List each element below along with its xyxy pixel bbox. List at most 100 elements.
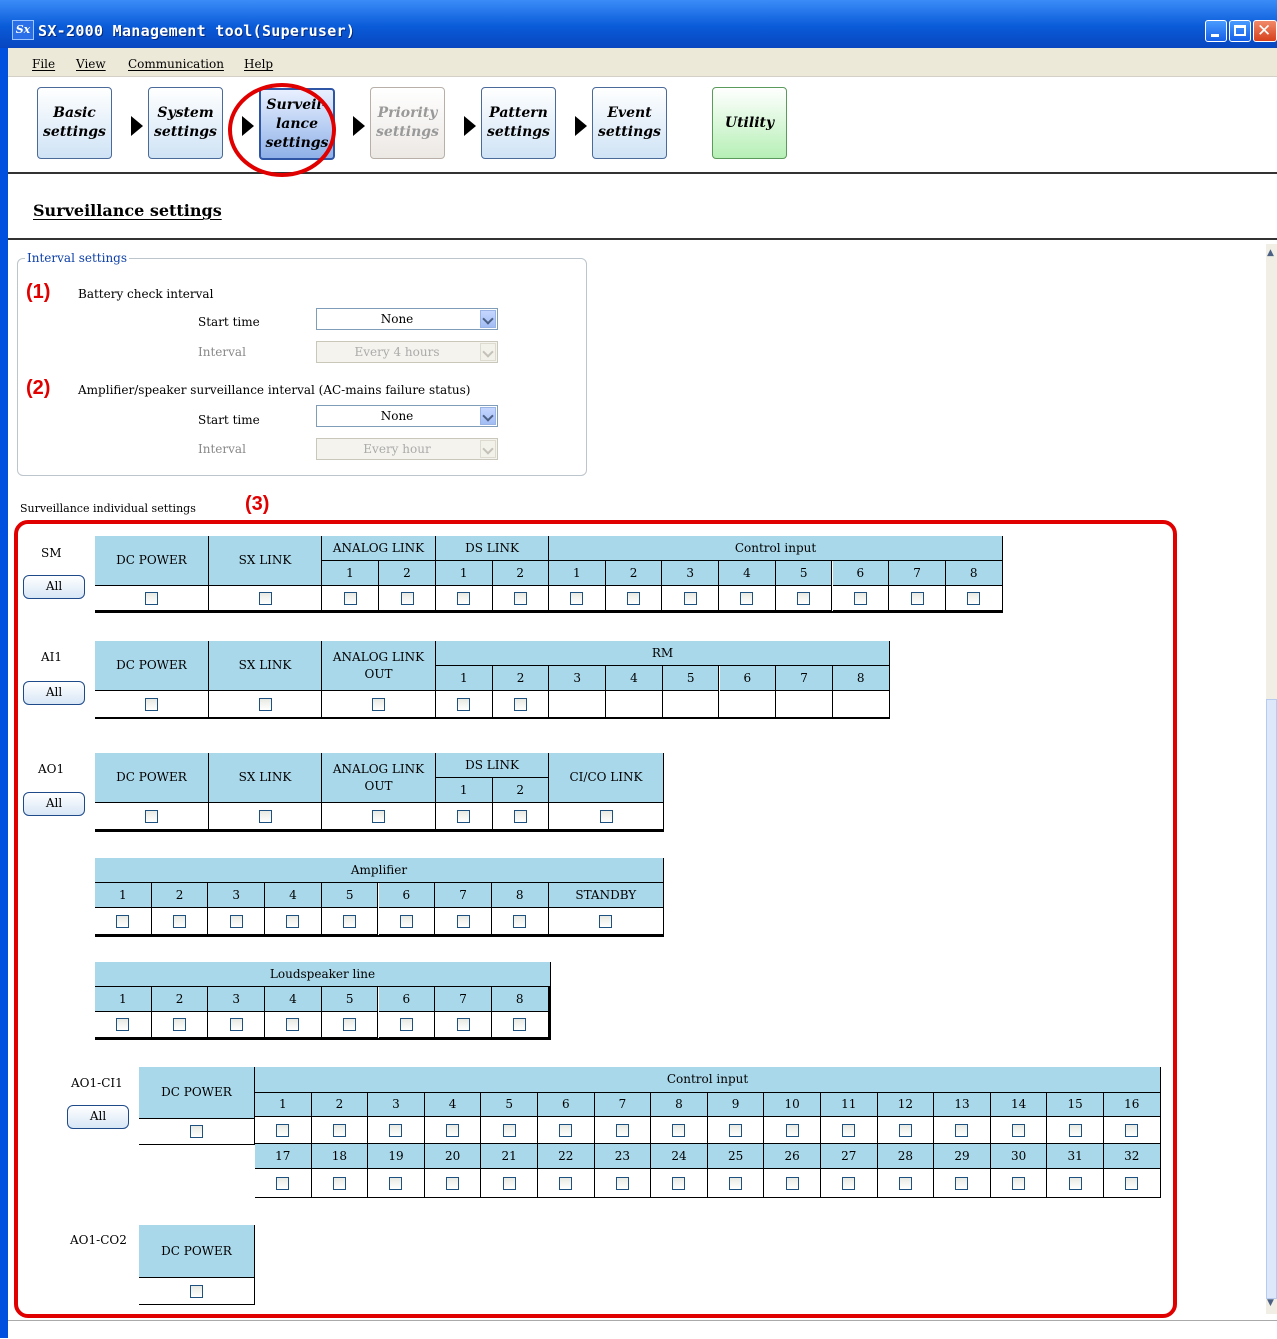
all-button-sm[interactable]: All: [23, 575, 85, 599]
vertical-scrollbar[interactable]: ▲ ▼: [1266, 244, 1277, 1314]
control-input-checkbox[interactable]: [559, 1176, 573, 1190]
minimize-button[interactable]: [1205, 20, 1227, 42]
control-input-checkbox[interactable]: [615, 1123, 629, 1137]
nav-step-event[interactable]: Event settings: [592, 87, 667, 159]
control-input-checkbox[interactable]: [446, 1123, 460, 1137]
nav-step-system[interactable]: System settings: [148, 87, 223, 159]
control-input-checkbox[interactable]: [729, 1123, 743, 1137]
control-input-checkbox[interactable]: [502, 1176, 516, 1190]
control-input-checkbox[interactable]: [1012, 1176, 1026, 1190]
control-input-checkbox[interactable]: [1068, 1123, 1082, 1137]
control-input-checkbox[interactable]: [389, 1176, 403, 1190]
control-input-checkbox[interactable]: [898, 1123, 912, 1137]
ao1-cico-link-checkbox[interactable]: [599, 809, 613, 823]
standby-checkbox[interactable]: [599, 914, 613, 928]
loudspeaker-line-checkbox[interactable]: [286, 1018, 300, 1031]
nav-step-utility[interactable]: Utility: [712, 87, 787, 159]
ai1-rm-checkbox[interactable]: [514, 697, 528, 711]
menu-communication[interactable]: Communication: [128, 57, 224, 71]
nav-step-basic[interactable]: Basic settings: [37, 87, 112, 159]
loudspeaker-line-checkbox[interactable]: [513, 1018, 527, 1031]
amplifier-checkbox[interactable]: [173, 914, 187, 928]
loudspeaker-line-checkbox[interactable]: [456, 1018, 470, 1031]
control-input-checkbox[interactable]: [955, 1176, 969, 1190]
ao1-ci1-dc-power-checkbox[interactable]: [190, 1125, 203, 1138]
control-input-checkbox[interactable]: [898, 1176, 912, 1190]
amplifier-checkbox[interactable]: [399, 914, 413, 928]
sm-control-input-checkbox[interactable]: [740, 591, 754, 605]
sm-control-input-checkbox[interactable]: [967, 591, 981, 605]
control-input-checkbox[interactable]: [729, 1176, 743, 1190]
amplifier-checkbox[interactable]: [513, 914, 527, 928]
sm-ds-link-checkbox[interactable]: [513, 591, 527, 605]
sm-control-input-checkbox[interactable]: [910, 591, 924, 605]
control-input-checkbox[interactable]: [389, 1123, 403, 1137]
sm-analog-link-checkbox[interactable]: [343, 591, 357, 605]
sm-control-input-checkbox[interactable]: [627, 591, 641, 605]
scroll-down-icon[interactable]: ▼: [1267, 1298, 1274, 1308]
maximize-button[interactable]: [1229, 20, 1251, 42]
sm-control-input-checkbox[interactable]: [683, 591, 697, 605]
control-input-checkbox[interactable]: [842, 1123, 856, 1137]
control-input-checkbox[interactable]: [785, 1123, 799, 1137]
sm-control-input-checkbox[interactable]: [797, 591, 811, 605]
sm-sx-link-checkbox[interactable]: [258, 591, 272, 605]
all-button-ao1[interactable]: All: [23, 792, 85, 816]
amp-start-select[interactable]: None: [316, 405, 498, 427]
scrollbar-thumb[interactable]: [1266, 699, 1277, 1299]
loudspeaker-line-checkbox[interactable]: [343, 1018, 357, 1031]
control-input-checkbox[interactable]: [446, 1176, 460, 1190]
sm-control-input-checkbox[interactable]: [570, 591, 584, 605]
control-input-checkbox[interactable]: [1012, 1123, 1026, 1137]
control-input-checkbox[interactable]: [502, 1123, 516, 1137]
control-input-checkbox[interactable]: [332, 1176, 346, 1190]
sm-ds-link-checkbox[interactable]: [457, 591, 471, 605]
control-input-checkbox[interactable]: [332, 1123, 346, 1137]
amplifier-checkbox[interactable]: [343, 914, 357, 928]
amplifier-checkbox[interactable]: [456, 914, 470, 928]
control-input-checkbox[interactable]: [785, 1176, 799, 1190]
ao1-dc-power-checkbox[interactable]: [145, 809, 158, 823]
all-button-ao1-ci1[interactable]: All: [67, 1105, 129, 1129]
ao1-co2-dc-power-checkbox[interactable]: [190, 1284, 203, 1298]
sm-analog-link-checkbox[interactable]: [400, 591, 414, 605]
all-button-ai1[interactable]: All: [23, 681, 85, 705]
control-input-checkbox[interactable]: [842, 1176, 856, 1190]
amplifier-checkbox[interactable]: [286, 914, 300, 928]
menu-help[interactable]: Help: [244, 57, 273, 71]
control-input-checkbox[interactable]: [615, 1176, 629, 1190]
menu-view[interactable]: View: [76, 57, 106, 71]
loudspeaker-line-checkbox[interactable]: [229, 1018, 243, 1031]
menu-file[interactable]: File: [32, 57, 55, 71]
sm-dc-power-checkbox[interactable]: [145, 591, 158, 605]
control-input-checkbox[interactable]: [1068, 1176, 1082, 1190]
loudspeaker-line-checkbox[interactable]: [116, 1018, 130, 1031]
control-input-checkbox[interactable]: [1125, 1123, 1139, 1137]
control-input-checkbox[interactable]: [1125, 1176, 1139, 1190]
ao1-sx-link-checkbox[interactable]: [258, 809, 272, 823]
amplifier-checkbox[interactable]: [116, 914, 130, 928]
battery-start-select[interactable]: None: [316, 308, 498, 330]
loudspeaker-line-checkbox[interactable]: [399, 1018, 413, 1031]
nav-step-pattern[interactable]: Pattern settings: [481, 87, 556, 159]
ao1-ds-link-checkbox[interactable]: [513, 809, 527, 823]
ai1-dc-power-checkbox[interactable]: [145, 697, 158, 711]
close-button[interactable]: ✕: [1253, 20, 1277, 42]
amplifier-checkbox[interactable]: [229, 914, 243, 928]
control-input-checkbox[interactable]: [276, 1176, 290, 1190]
scroll-up-icon[interactable]: ▲: [1267, 248, 1274, 258]
sm-control-input-checkbox[interactable]: [853, 591, 867, 605]
control-input-checkbox[interactable]: [672, 1123, 686, 1137]
chevron-down-icon[interactable]: [480, 407, 496, 425]
control-input-checkbox[interactable]: [559, 1123, 573, 1137]
control-input-checkbox[interactable]: [672, 1176, 686, 1190]
ai1-analog-link-out-checkbox[interactable]: [372, 697, 385, 711]
title-bar[interactable]: Sx SX-2000 Management tool(Superuser) ✕: [0, 0, 1277, 48]
ao1-analog-link-out-checkbox[interactable]: [372, 809, 385, 823]
ao1-ds-link-checkbox[interactable]: [457, 809, 471, 823]
chevron-down-icon[interactable]: [480, 310, 496, 328]
ai1-sx-link-checkbox[interactable]: [258, 697, 272, 711]
loudspeaker-line-checkbox[interactable]: [173, 1018, 187, 1031]
ai1-rm-checkbox[interactable]: [457, 697, 471, 711]
control-input-checkbox[interactable]: [955, 1123, 969, 1137]
